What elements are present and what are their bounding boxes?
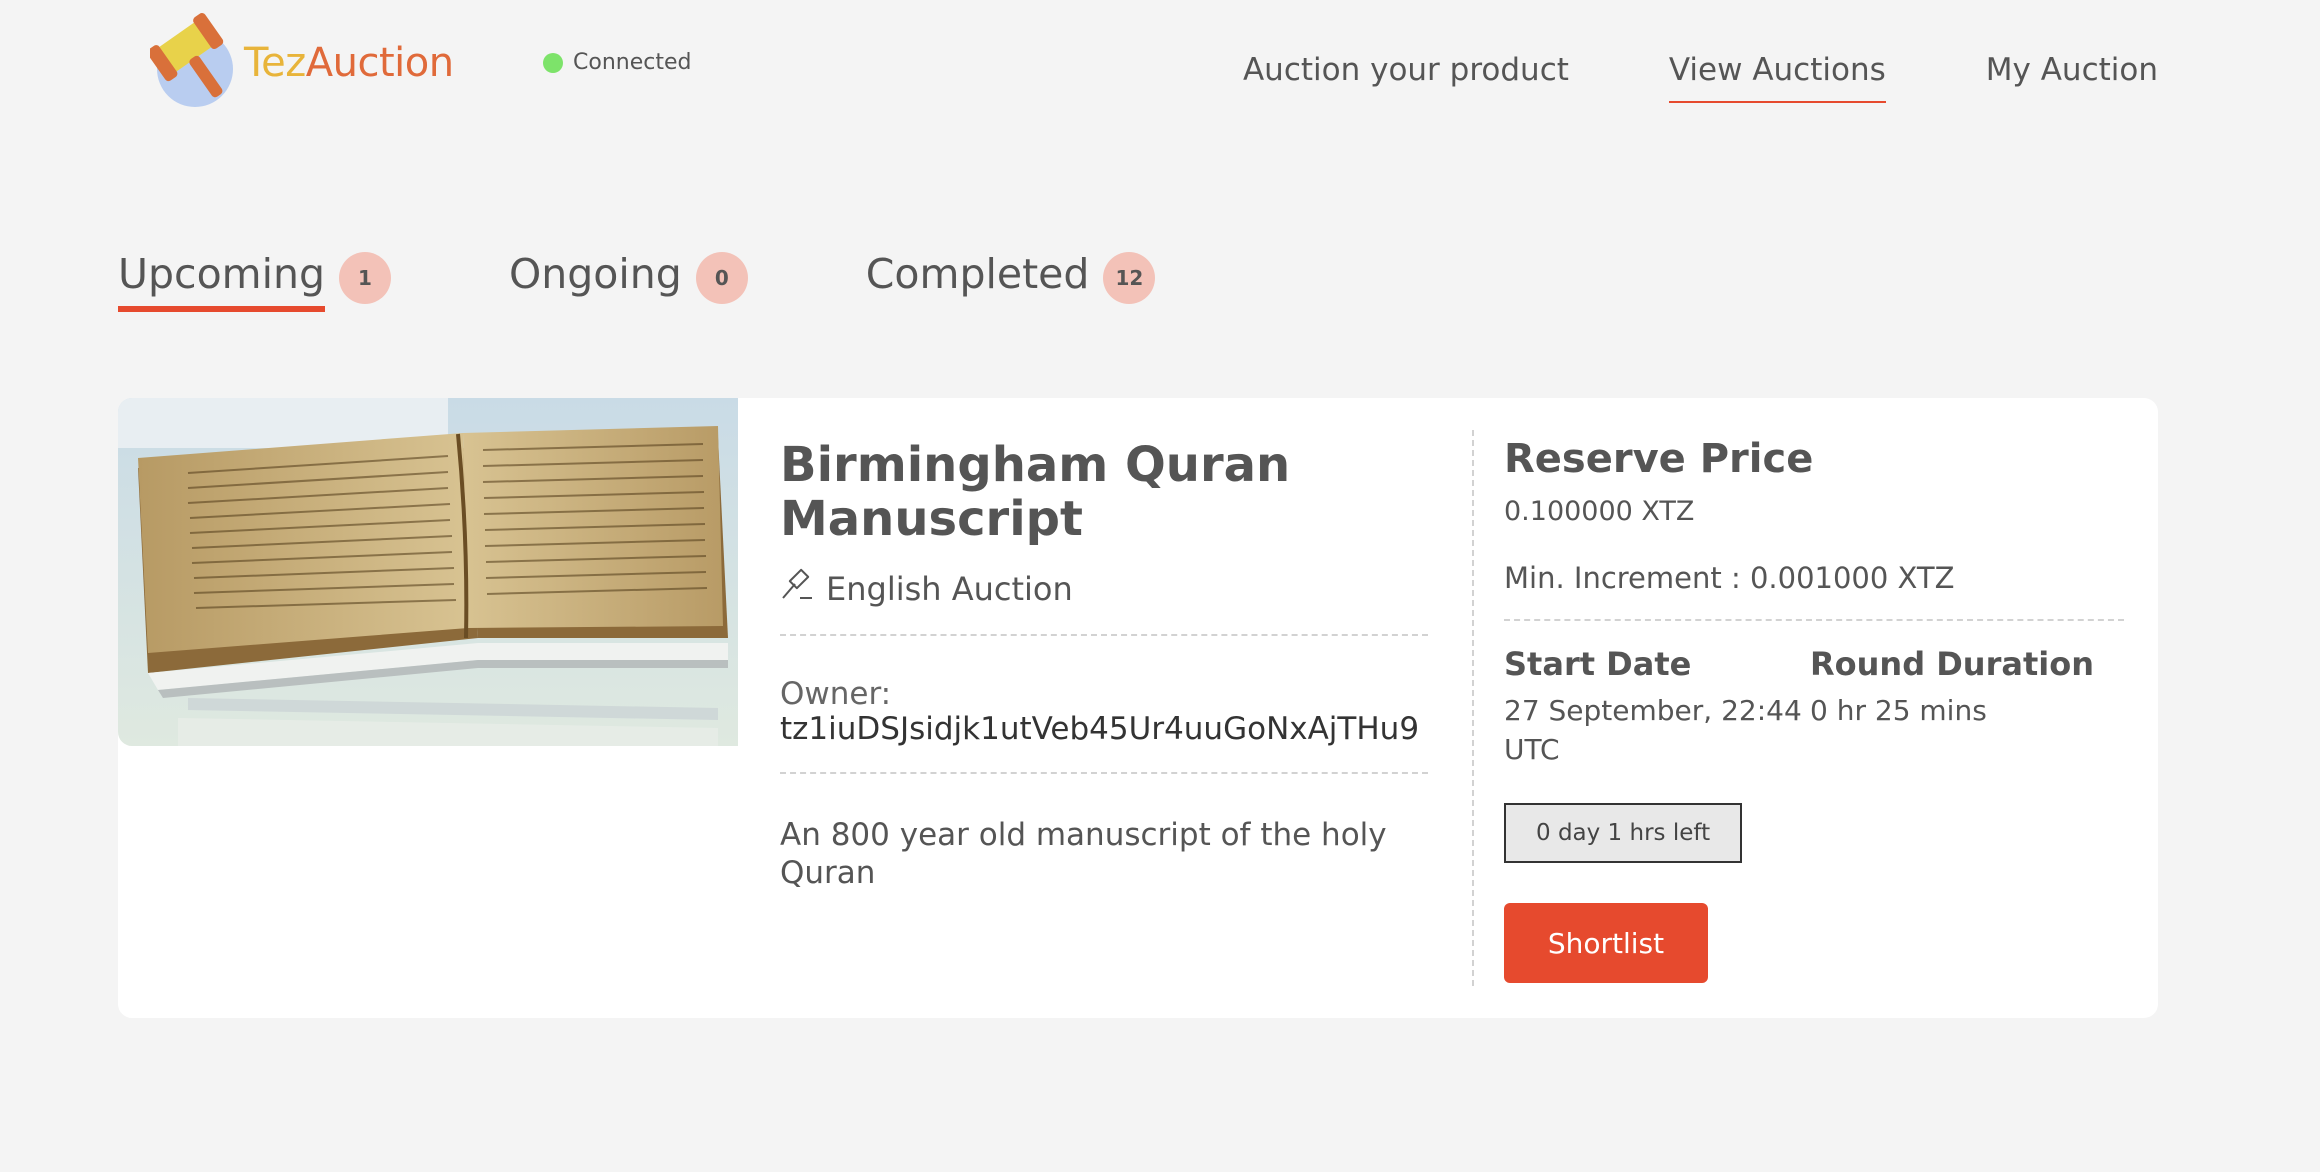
auction-details: Birmingham Quran Manuscript English Auct… — [780, 438, 1428, 892]
round-duration-label: Round Duration — [1810, 645, 2094, 683]
round-duration-value: 0 hr 25 mins — [1810, 694, 1987, 727]
tab-count-badge: 12 — [1103, 252, 1156, 304]
vertical-divider — [1472, 430, 1474, 986]
round-duration-col: Round Duration 0 hr 25 mins — [1810, 645, 2116, 769]
status-dot-icon — [543, 52, 563, 73]
nav-auction-your-product[interactable]: Auction your product — [1243, 52, 1569, 102]
date-row: Start Date 27 September, 22:44 UTC Round… — [1504, 645, 2124, 769]
divider — [780, 634, 1428, 636]
tab-ongoing[interactable]: Ongoing 0 — [509, 250, 748, 306]
reserve-price-value: 0.100000 XTZ — [1504, 496, 1695, 527]
header: TezAuction Connected Auction your produc… — [0, 0, 2320, 140]
nav-view-auctions[interactable]: View Auctions — [1668, 52, 1886, 103]
logo-text: TezAuction — [244, 40, 454, 86]
tab-label: Completed — [865, 250, 1090, 298]
start-date-label: Start Date — [1504, 645, 1692, 683]
connection-status: Connected — [543, 50, 691, 75]
divider — [1504, 619, 2124, 621]
auction-pricing: Reserve Price 0.100000 XTZ Min. Incremen… — [1504, 436, 2124, 983]
min-increment: Min. Increment : 0.001000 XTZ — [1504, 561, 1955, 595]
divider — [780, 772, 1428, 774]
auction-type: English Auction — [780, 568, 1428, 610]
nav-my-auction[interactable]: My Auction — [1986, 52, 2158, 102]
time-left-badge: 0 day 1 hrs left — [1504, 803, 1743, 863]
auction-item-image — [118, 398, 738, 746]
connection-status-label: Connected — [573, 50, 692, 75]
tab-label: Ongoing — [509, 250, 682, 298]
start-date-value: 27 September, 22:44 UTC — [1504, 694, 1802, 766]
tab-upcoming[interactable]: Upcoming 1 — [118, 250, 392, 312]
tab-completed[interactable]: Completed 12 — [866, 250, 1156, 306]
auction-type-label: English Auction — [826, 570, 1073, 608]
auction-description: An 800 year old manuscript of the holy Q… — [780, 817, 1387, 891]
tab-label: Upcoming — [118, 250, 326, 312]
gavel-logo-icon — [147, 11, 240, 115]
auction-title: Birmingham Quran Manuscript — [780, 437, 1291, 547]
gavel-icon — [780, 568, 826, 610]
owner-address: tz1iuDSJsidjk1utVeb45Ur4uuGoNxAjTHu9 — [780, 711, 1420, 747]
shortlist-button[interactable]: Shortlist — [1504, 903, 1708, 983]
main-nav: Auction your product View Auctions My Au… — [1243, 52, 2158, 103]
auction-card: Birmingham Quran Manuscript English Auct… — [118, 398, 2158, 1018]
logo[interactable]: TezAuction — [147, 8, 454, 118]
auction-tabs: Upcoming 1 Ongoing 0 Completed 12 — [118, 250, 1156, 312]
tab-count-badge: 0 — [695, 252, 748, 304]
tab-count-badge: 1 — [339, 252, 392, 304]
start-date-col: Start Date 27 September, 22:44 UTC — [1504, 645, 1810, 769]
owner-label: Owner: — [780, 676, 892, 712]
reserve-price-title: Reserve Price — [1504, 436, 1814, 482]
